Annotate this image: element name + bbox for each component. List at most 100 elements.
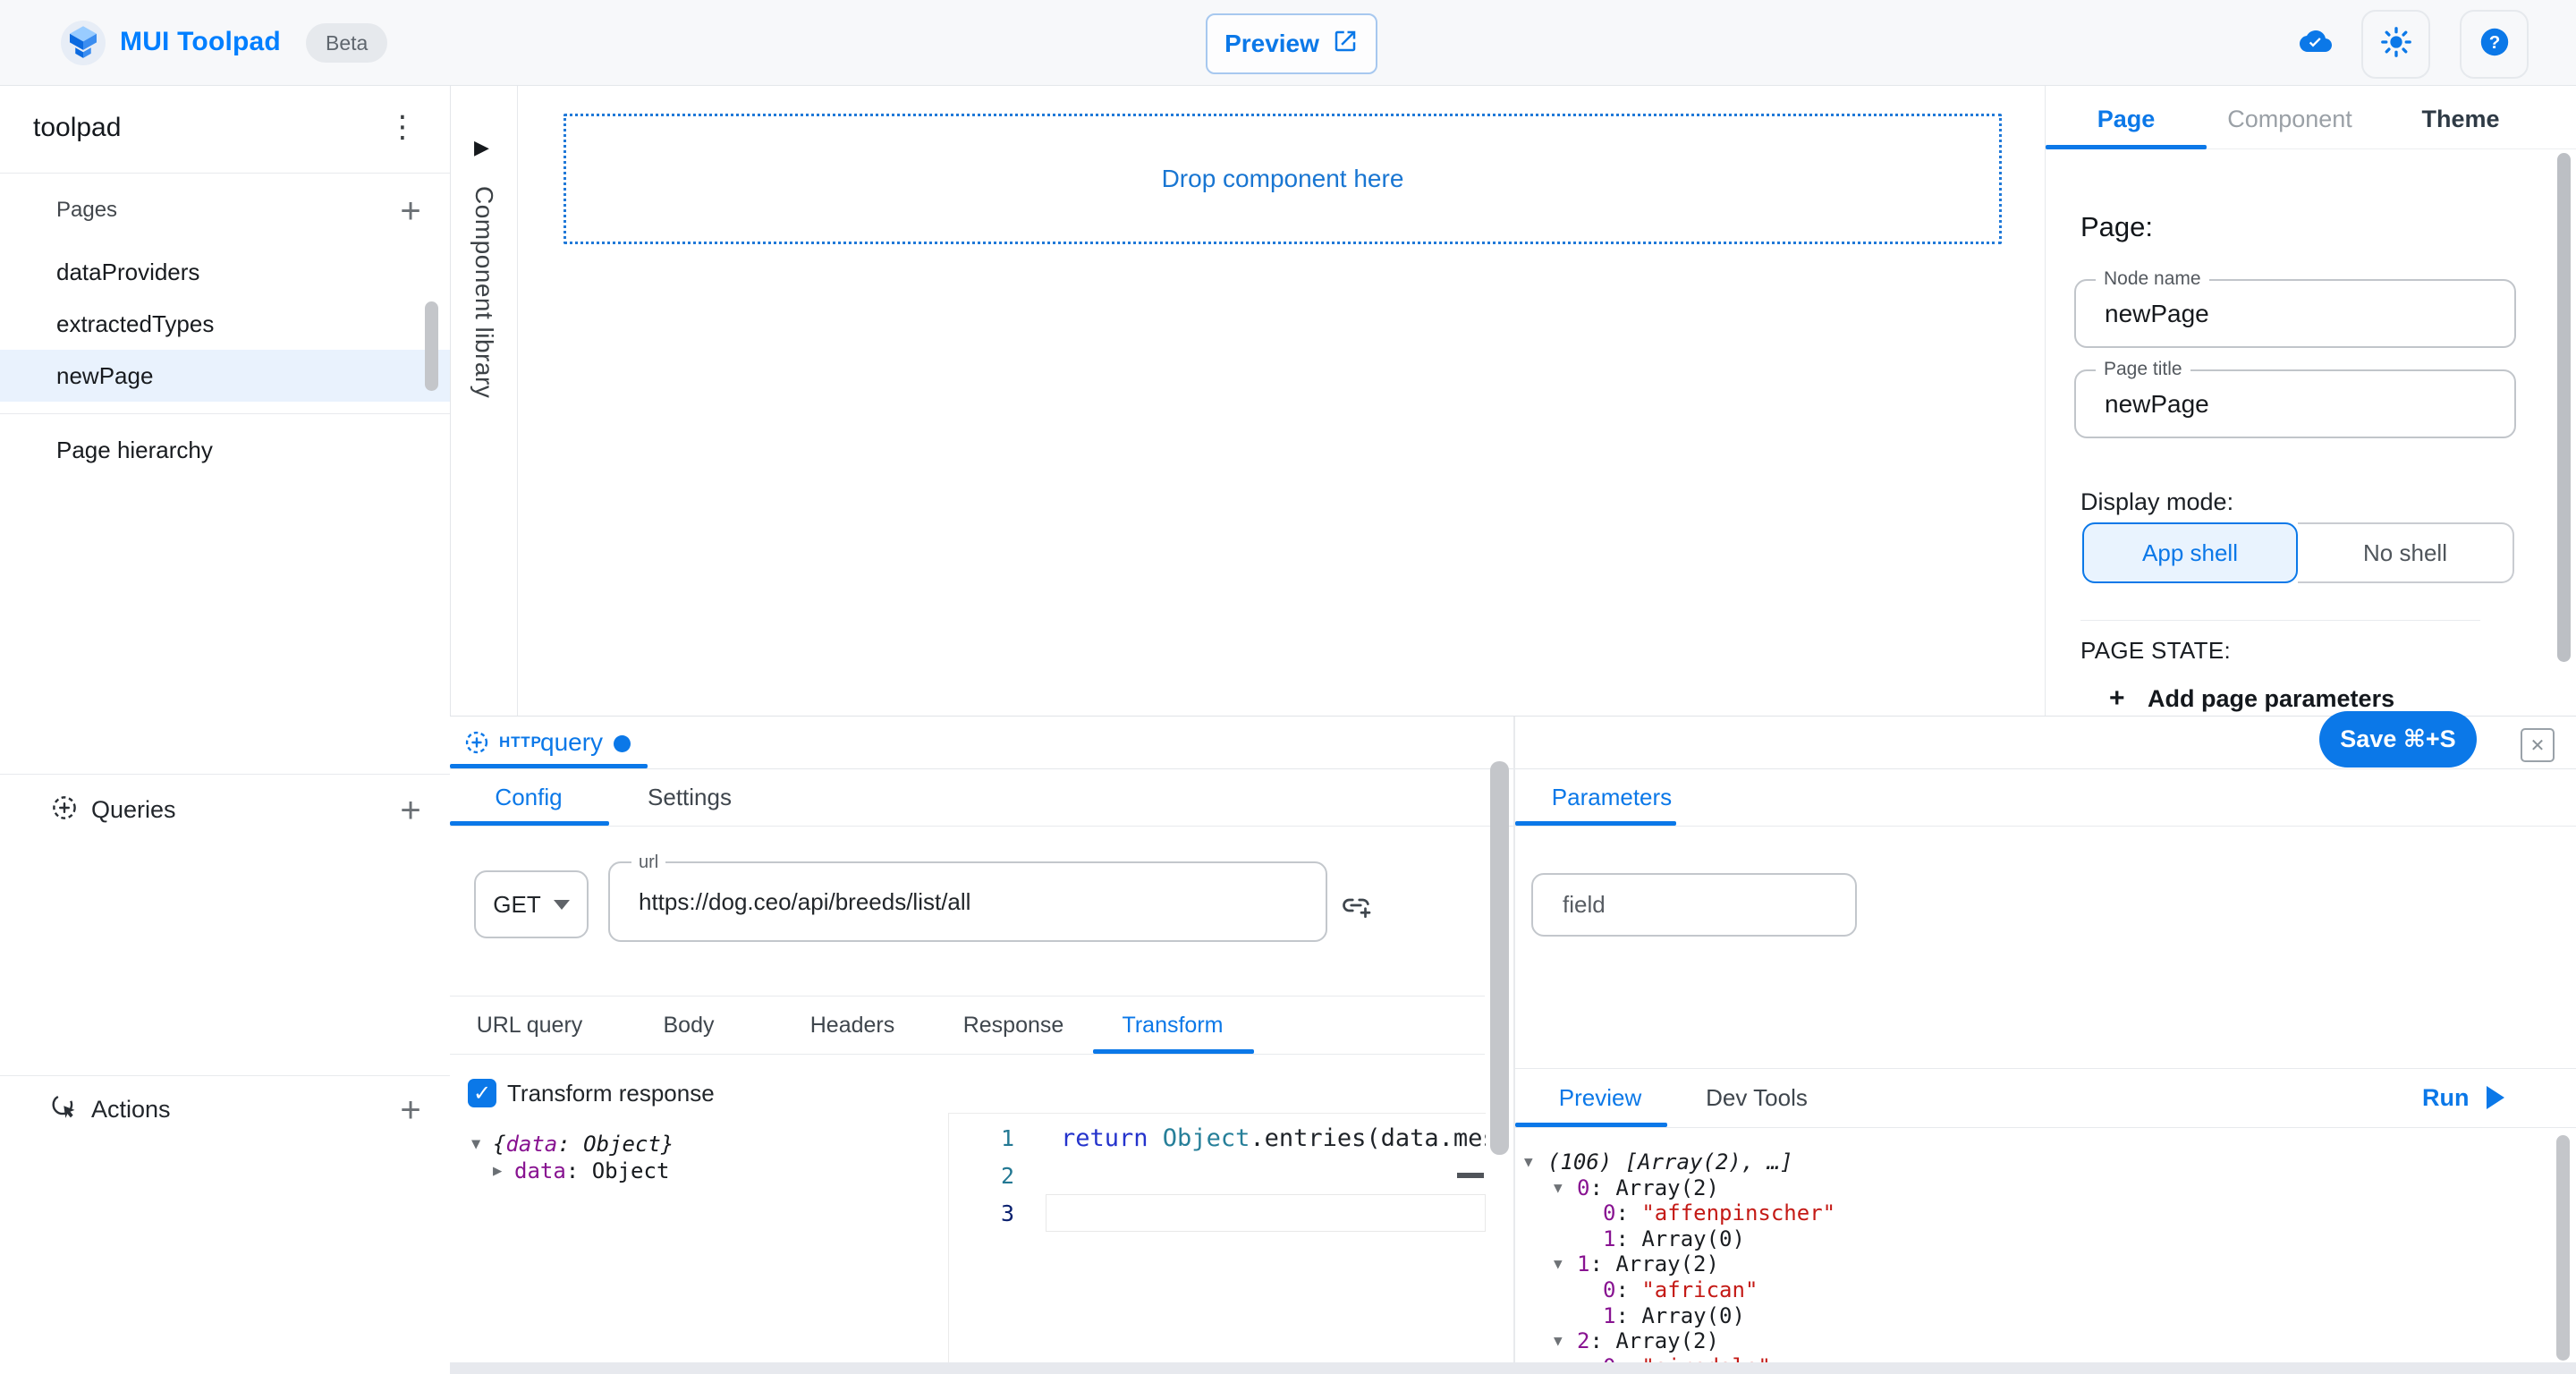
inspector-heading: Page:: [2080, 211, 2153, 243]
preview-button[interactable]: Preview: [1206, 13, 1377, 74]
page-state-label: PAGE STATE:: [2080, 637, 2231, 665]
console-row: ▼(106) [Array(2), …]: [1513, 1149, 2571, 1175]
inspector-panel: Page Component Theme Page: Node name new…: [2045, 86, 2576, 716]
subtab-transform[interactable]: Transform: [1101, 1009, 1244, 1041]
query-tab[interactable]: query: [540, 725, 603, 759]
query-editor-panel: HTTP query Save ⌘+S ✕ Config Settings GE…: [450, 716, 2576, 1374]
active-tab-indicator: [2046, 145, 2207, 149]
open-in-new-icon: [1332, 28, 1359, 61]
console-output: ▼(106) [Array(2), …]▼0: Array(2)0: "affe…: [1513, 1149, 2571, 1362]
add-query-button[interactable]: +: [390, 790, 431, 831]
parameters-tab-indicator: [1515, 821, 1676, 826]
subtab-url-query[interactable]: URL query: [458, 1009, 601, 1041]
tab-component[interactable]: Component: [2216, 103, 2364, 135]
dropzone-label: Drop component here: [1162, 165, 1404, 193]
plus-icon: +: [2109, 683, 2125, 714]
page-canvas: ▶ Component library Drop component here: [451, 86, 2045, 716]
pages-scrollbar[interactable]: [425, 301, 438, 391]
app-bar: MUI Toolpad Beta Preview: [0, 0, 2576, 86]
tree-toggle-icon[interactable]: ▼: [1524, 1149, 1547, 1175]
page-item-label: dataProviders: [56, 259, 199, 286]
subtab-headers[interactable]: Headers: [781, 1009, 924, 1041]
queries-section-label: Queries: [91, 790, 176, 829]
sidebar-page-item-dataproviders[interactable]: dataProviders: [0, 246, 450, 298]
tab-preview[interactable]: Preview: [1554, 1081, 1647, 1114]
component-dropzone[interactable]: Drop component here: [564, 114, 2002, 244]
project-sidebar: toolpad ⋮ Pages + dataProviders extracte…: [0, 86, 451, 1374]
tree-toggle-icon[interactable]: ▼: [471, 1135, 493, 1153]
current-line-highlight: [1046, 1194, 1486, 1232]
http-method-value: GET: [493, 891, 540, 919]
subtab-body[interactable]: Body: [617, 1009, 760, 1041]
console-row: ▼2: Array(2): [1513, 1328, 2571, 1354]
console-row: 0: "airedale": [1513, 1354, 2571, 1362]
beta-badge: Beta: [306, 23, 387, 63]
page-hierarchy-label[interactable]: Page hierarchy: [56, 429, 213, 471]
tree-toggle-icon[interactable]: ▼: [1554, 1175, 1577, 1201]
http-query-icon: [462, 728, 491, 761]
code-token: Object: [1163, 1124, 1250, 1152]
save-button[interactable]: Save ⌘+S: [2319, 711, 2477, 768]
transform-response-label: Transform response: [507, 1077, 715, 1109]
tree-row: ▼ {data: Object}: [471, 1131, 674, 1158]
http-method-select[interactable]: GET: [474, 870, 589, 938]
display-mode-no-shell[interactable]: No shell: [2298, 522, 2514, 583]
close-panel-button[interactable]: ✕: [2521, 728, 2555, 762]
tree-toggle-icon[interactable]: ▼: [1554, 1328, 1577, 1354]
sidebar-page-item-newpage[interactable]: newPage: [0, 350, 450, 402]
subtab-response[interactable]: Response: [942, 1009, 1085, 1041]
code-token: return: [1061, 1124, 1163, 1152]
tab-config[interactable]: Config: [484, 781, 573, 813]
line-number: 3: [949, 1194, 1014, 1232]
console-row: ▼0: Array(2): [1513, 1175, 2571, 1201]
node-name-value[interactable]: newPage: [2105, 281, 2209, 346]
node-name-field[interactable]: Node name newPage: [2074, 279, 2516, 348]
transform-code-editor[interactable]: 1 2 3 return Object.entries(data.messag: [948, 1113, 1486, 1363]
display-mode-toggle: App shell No shell: [2082, 522, 2514, 583]
config-scrollbar[interactable]: [1490, 761, 1509, 1155]
queries-icon: [49, 793, 80, 827]
actions-icon: [49, 1091, 80, 1126]
add-action-button[interactable]: +: [390, 1090, 431, 1131]
transform-response-checkbox[interactable]: ✓: [468, 1079, 496, 1107]
url-field[interactable]: url https://dog.ceo/api/breeds/list/all: [608, 861, 1327, 942]
status-strip: [450, 1362, 2576, 1374]
tab-theme[interactable]: Theme: [2414, 103, 2507, 135]
run-button[interactable]: Run: [2422, 1081, 2504, 1114]
page-title-field[interactable]: Page title newPage: [2074, 369, 2516, 438]
sidebar-page-item-extractedtypes[interactable]: extractedTypes: [0, 298, 450, 350]
parameter-field-input[interactable]: field: [1531, 873, 1857, 937]
add-page-parameters-button[interactable]: Add page parameters: [2148, 685, 2394, 713]
console-row: ▼1: Array(2): [1513, 1251, 2571, 1277]
parameter-field-value: field: [1563, 875, 1606, 935]
tab-parameters[interactable]: Parameters: [1549, 781, 1674, 813]
query-protocol-badge: HTTP: [499, 726, 542, 759]
theme-toggle-button[interactable]: [2361, 10, 2430, 79]
preview-scrollbar[interactable]: [2556, 1135, 2570, 1361]
project-menu-button[interactable]: ⋮: [383, 107, 422, 147]
page-title-value[interactable]: newPage: [2105, 371, 2209, 437]
unsaved-changes-dot: [614, 735, 631, 752]
console-row: 0: "african": [1513, 1277, 2571, 1303]
tab-dev-tools[interactable]: Dev Tools: [1691, 1081, 1822, 1114]
tree-toggle-icon[interactable]: ▼: [1554, 1251, 1577, 1277]
help-button[interactable]: ?: [2460, 10, 2529, 79]
tab-settings[interactable]: Settings: [640, 781, 739, 813]
tab-page[interactable]: Page: [2085, 103, 2167, 135]
brightness-sun-icon: [2379, 25, 2413, 64]
editor-overview-mark: [1457, 1173, 1484, 1178]
actions-section-label: Actions: [91, 1090, 171, 1129]
tree-toggle-icon[interactable]: ▶: [493, 1162, 514, 1180]
add-binding-link-icon[interactable]: [1340, 889, 1372, 926]
chevron-down-icon: [554, 900, 570, 910]
add-page-button[interactable]: +: [390, 191, 431, 232]
help-icon: ?: [2478, 25, 2512, 64]
mui-toolpad-app: MUI Toolpad Beta Preview: [0, 0, 2576, 1374]
component-library-tab[interactable]: Component library: [451, 186, 517, 606]
console-row: 1: Array(0): [1513, 1226, 2571, 1252]
inspector-scrollbar[interactable]: [2557, 153, 2571, 662]
display-mode-app-shell[interactable]: App shell: [2082, 522, 2298, 583]
query-tab-indicator: [450, 764, 648, 768]
component-library-expand-icon[interactable]: ▶: [474, 136, 489, 159]
console-row: 1: Array(0): [1513, 1303, 2571, 1329]
